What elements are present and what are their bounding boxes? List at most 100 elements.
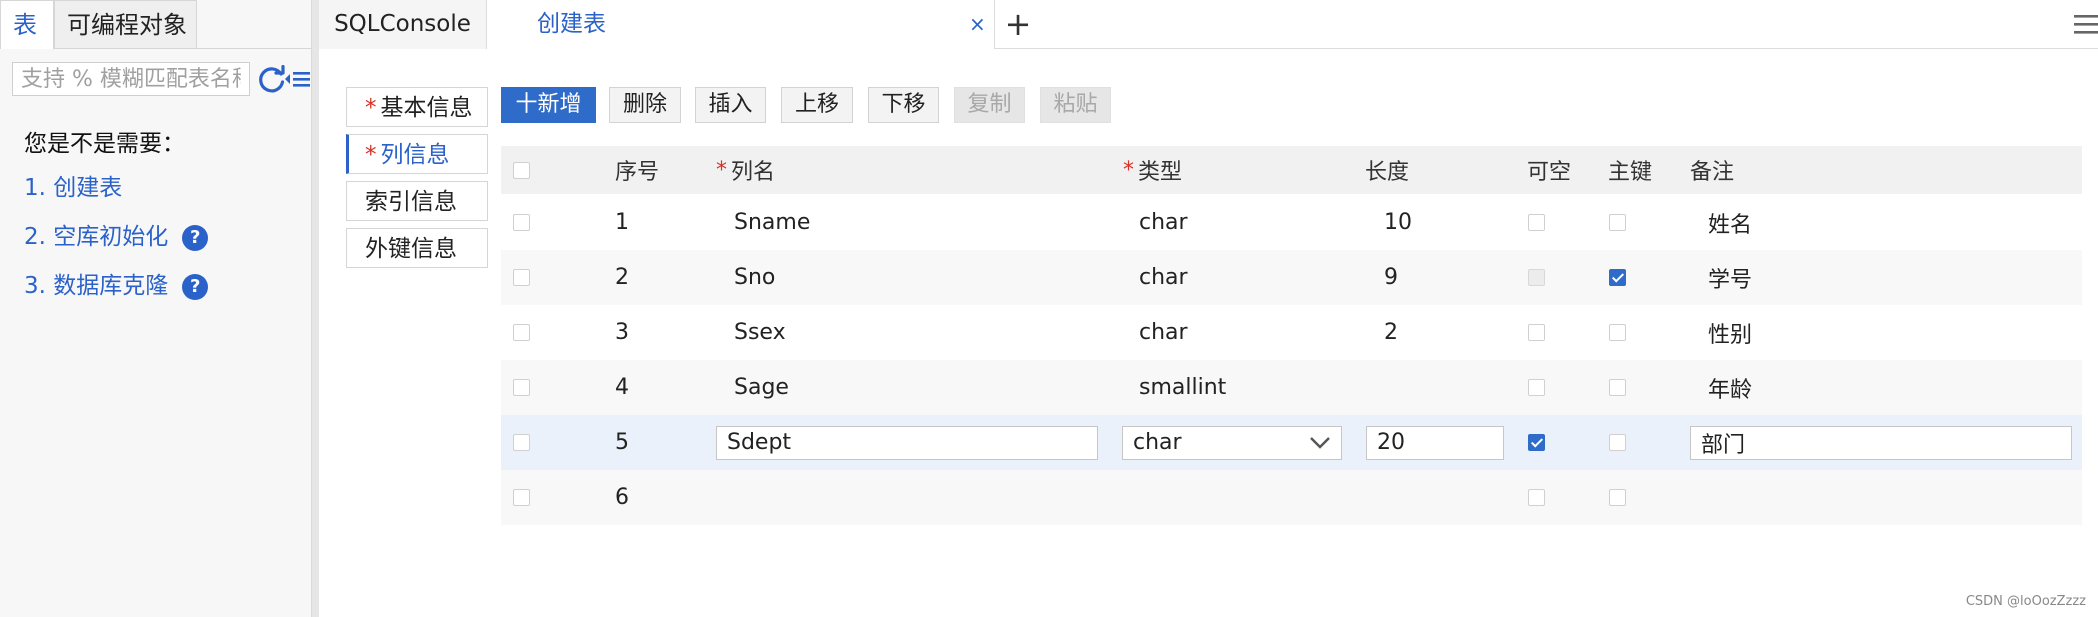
watermark: CSDN @loOozZzzz xyxy=(1965,594,2086,609)
tab-sqlconsole[interactable]: SQLConsole xyxy=(319,0,487,49)
primary-key-checkbox-cell xyxy=(1609,305,1626,360)
primary-key-checkbox-cell xyxy=(1609,470,1626,525)
collapse-list-icon[interactable] xyxy=(284,66,311,92)
length-input[interactable] xyxy=(1366,425,1504,460)
chevron-down-icon xyxy=(1310,436,1330,449)
row-checkbox[interactable] xyxy=(513,324,530,341)
comment-input[interactable] xyxy=(1690,425,2072,460)
cell-comment[interactable]: 年龄 xyxy=(1708,360,1752,415)
nullable-checkbox xyxy=(1528,269,1545,286)
header-label: 列名 xyxy=(731,160,776,185)
cell-type[interactable]: char xyxy=(1139,305,1188,360)
row-checkbox-cell xyxy=(513,415,530,470)
table-row[interactable]: 3 Ssex char 2 性别 xyxy=(501,305,2082,360)
table-search-input[interactable] xyxy=(12,62,250,96)
cell-length[interactable]: 9 xyxy=(1384,250,1398,305)
primary-key-checkbox-cell xyxy=(1609,195,1626,250)
header-nullable: 可空 xyxy=(1527,160,1572,185)
cell-column-name[interactable]: Sname xyxy=(734,195,810,250)
cell-column-name[interactable]: Ssex xyxy=(734,305,786,360)
primary-key-checkbox-cell xyxy=(1609,415,1626,470)
select-all-checkbox[interactable] xyxy=(513,161,530,179)
cell-length[interactable]: 10 xyxy=(1384,195,1412,250)
primary-key-checkbox[interactable] xyxy=(1609,379,1626,396)
suggestion-init-empty-db[interactable]: 2. 空库初始化? xyxy=(24,219,209,255)
panel-splitter[interactable] xyxy=(311,0,319,617)
cell-comment[interactable]: 学号 xyxy=(1708,250,1752,305)
nullable-checkbox[interactable] xyxy=(1528,434,1545,451)
paste-button: 粘贴 xyxy=(1040,87,1111,123)
header-comment: 备注 xyxy=(1690,160,1735,185)
section-column-info[interactable]: * 列信息 xyxy=(346,134,488,174)
table-row-editing[interactable]: 5 char xyxy=(501,415,2082,470)
cell-type[interactable]: char xyxy=(1139,195,1188,250)
add-column-button[interactable]: 十新增 xyxy=(501,87,596,123)
hamburger-menu-icon[interactable] xyxy=(2072,12,2098,36)
section-index-info[interactable]: 索引信息 xyxy=(346,181,488,221)
cell-type[interactable]: smallint xyxy=(1139,360,1226,415)
suggestion-create-table[interactable]: 1. 创建表 xyxy=(24,170,122,206)
move-down-button[interactable]: 下移 xyxy=(868,87,939,123)
required-mark: * xyxy=(365,142,377,168)
tab-tables[interactable]: 表 xyxy=(0,0,54,49)
section-basic-info[interactable]: * 基本信息 xyxy=(346,87,488,127)
table-row[interactable]: 4 Sage smallint 年龄 xyxy=(501,360,2082,415)
section-label: 基本信息 xyxy=(380,95,473,121)
cell-type[interactable]: char xyxy=(1139,250,1188,305)
tab-create-table[interactable]: 创建表 xyxy=(487,0,995,49)
nullable-checkbox-cell xyxy=(1528,250,1545,305)
row-checkbox[interactable] xyxy=(513,379,530,396)
type-select[interactable]: char xyxy=(1122,425,1342,460)
cell-seq: 6 xyxy=(615,485,629,510)
primary-key-checkbox[interactable] xyxy=(1609,269,1626,286)
suggestion-label: 3. 数据库克隆 xyxy=(24,273,169,299)
row-checkbox[interactable] xyxy=(513,214,530,231)
row-checkbox[interactable] xyxy=(513,269,530,286)
help-icon[interactable]: ? xyxy=(182,224,209,251)
grid-header-row: 序号 * 列名 * 类型 长度 可空 主键 备注 xyxy=(501,146,2082,194)
tab-programmable-objects[interactable]: 可编程对象 xyxy=(54,0,197,49)
table-row[interactable]: 1 Sname char 10 姓名 xyxy=(501,195,2082,250)
row-checkbox-cell xyxy=(513,470,530,525)
nullable-checkbox[interactable] xyxy=(1528,214,1545,231)
header-type: * 类型 xyxy=(1123,146,1182,194)
cell-comment[interactable]: 姓名 xyxy=(1708,195,1752,250)
table-row[interactable]: 6 xyxy=(501,470,2082,525)
primary-key-checkbox[interactable] xyxy=(1609,324,1626,341)
copy-button: 复制 xyxy=(954,87,1025,123)
cell-comment[interactable]: 性别 xyxy=(1708,305,1752,360)
primary-key-checkbox[interactable] xyxy=(1609,489,1626,506)
type-select-value: char xyxy=(1133,430,1182,455)
column-name-input[interactable] xyxy=(716,425,1098,460)
row-checkbox-cell xyxy=(513,305,530,360)
section-foreign-key-info[interactable]: 外键信息 xyxy=(346,228,488,268)
primary-key-checkbox[interactable] xyxy=(1609,214,1626,231)
section-label: 索引信息 xyxy=(365,189,457,215)
row-checkbox[interactable] xyxy=(513,489,530,506)
section-label: 外键信息 xyxy=(365,236,457,262)
cell-column-name[interactable]: Sage xyxy=(734,360,789,415)
cell-length[interactable]: 2 xyxy=(1384,305,1398,360)
header-column-name: * 列名 xyxy=(716,146,775,194)
cell-seq: 1 xyxy=(615,210,629,235)
delete-column-button[interactable]: 删除 xyxy=(609,87,681,123)
primary-key-checkbox-cell xyxy=(1609,360,1626,415)
cell-seq: 5 xyxy=(615,430,629,455)
refresh-icon[interactable] xyxy=(257,65,287,95)
cell-type: char xyxy=(1122,415,1342,470)
nullable-checkbox[interactable] xyxy=(1528,324,1545,341)
suggestion-label: 1. 创建表 xyxy=(24,175,123,201)
nullable-checkbox[interactable] xyxy=(1528,379,1545,396)
header-length: 长度 xyxy=(1365,160,1410,185)
help-icon[interactable]: ? xyxy=(182,273,209,300)
suggestion-clone-db[interactable]: 3. 数据库克隆? xyxy=(24,268,209,304)
add-tab-button[interactable]: + xyxy=(1001,6,1035,42)
close-tab-icon[interactable]: × xyxy=(969,0,986,49)
nullable-checkbox[interactable] xyxy=(1528,489,1545,506)
insert-column-button[interactable]: 插入 xyxy=(695,87,766,123)
row-checkbox[interactable] xyxy=(513,434,530,451)
move-up-button[interactable]: 上移 xyxy=(781,87,853,123)
primary-key-checkbox[interactable] xyxy=(1609,434,1626,451)
cell-column-name[interactable]: Sno xyxy=(734,250,775,305)
table-row[interactable]: 2 Sno char 9 学号 xyxy=(501,250,2082,305)
